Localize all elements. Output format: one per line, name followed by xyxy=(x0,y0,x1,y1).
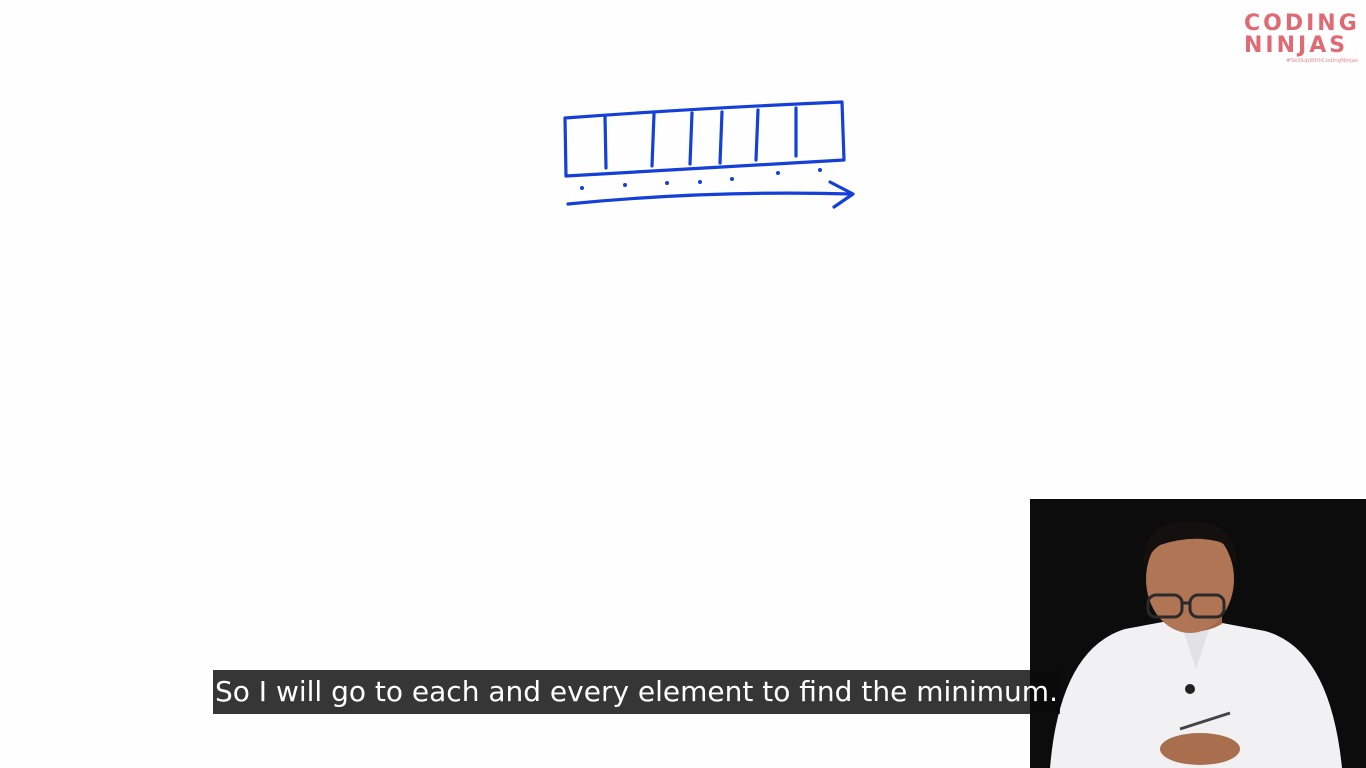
subtitle-caption: So I will go to each and every element t… xyxy=(213,670,1060,714)
coding-ninjas-logo: CODING NINJAS #SkillUpWithCodingNinjas xyxy=(1244,11,1358,64)
video-frame: CODING NINJAS #SkillUpWithCodingNinjas S… xyxy=(0,0,1366,768)
logo-line2: NINJAS xyxy=(1244,33,1348,58)
instructor-webcam xyxy=(1030,499,1366,768)
array-drawing-icon xyxy=(563,100,855,209)
logo-tagline: #SkillUpWithCodingNinjas xyxy=(1286,58,1358,64)
instructor-image xyxy=(1030,499,1366,768)
